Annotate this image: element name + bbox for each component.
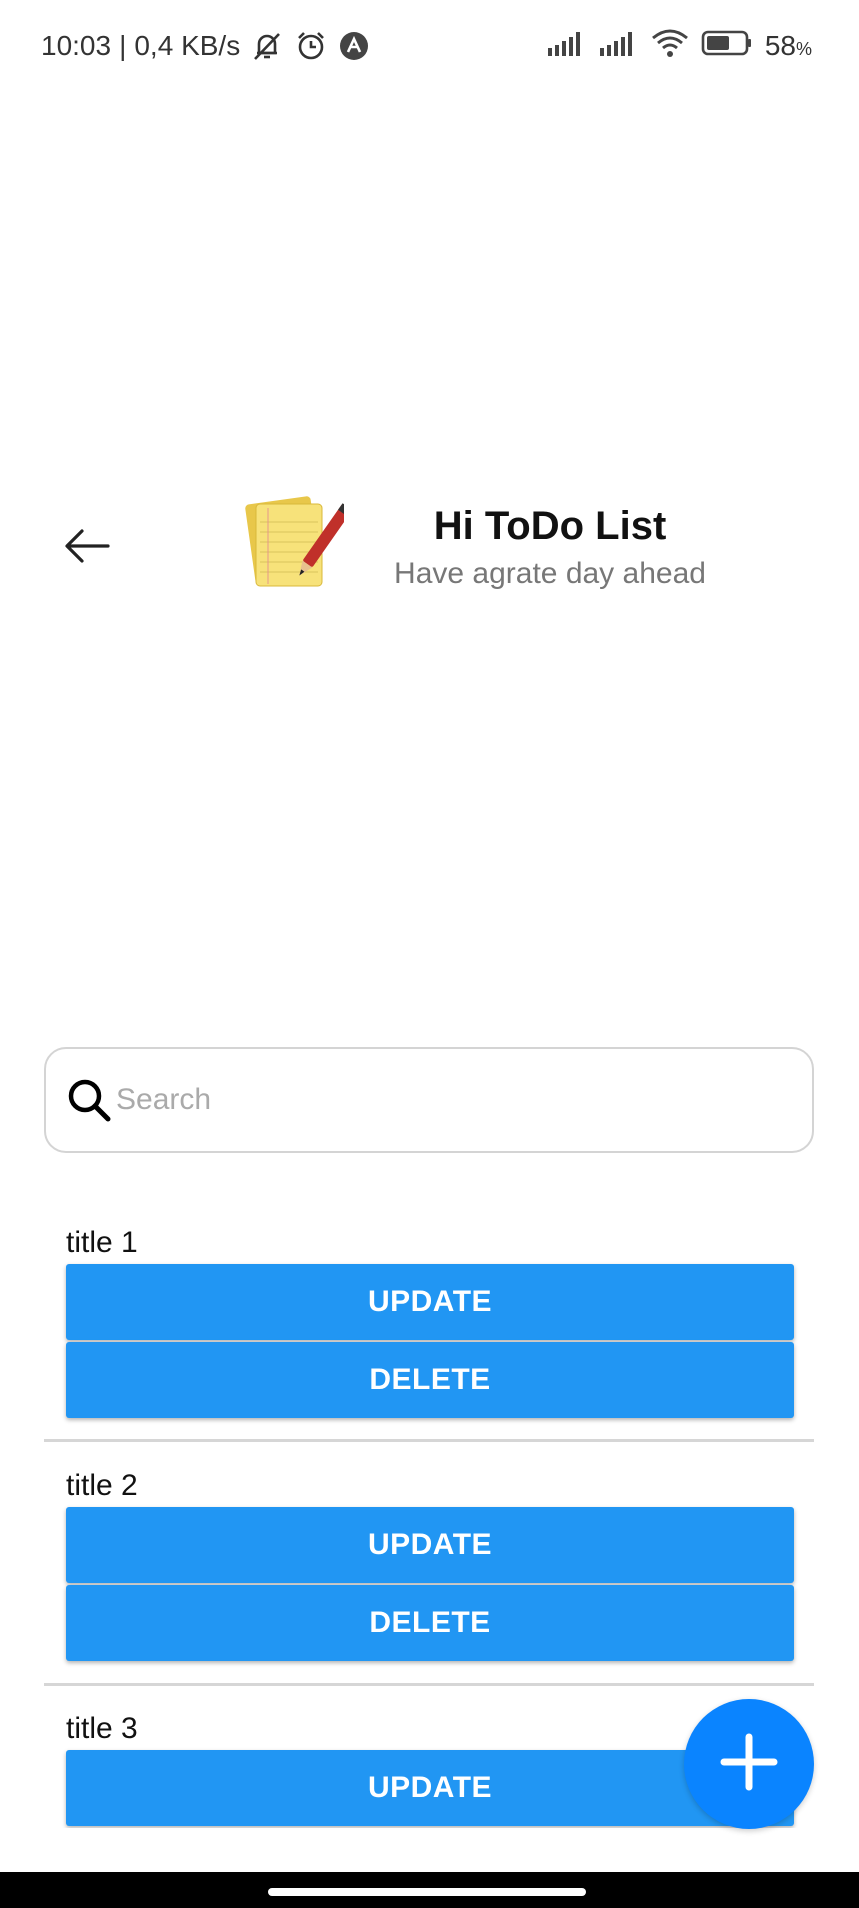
signal-icon xyxy=(547,30,587,63)
navigation-bar xyxy=(0,1872,859,1908)
todo-title: title 2 xyxy=(66,1469,138,1502)
todo-title: title 1 xyxy=(66,1226,138,1259)
arrow-left-icon xyxy=(62,526,112,571)
app-notification-icon xyxy=(338,30,370,62)
search-bar[interactable] xyxy=(44,1047,814,1153)
search-input[interactable] xyxy=(114,1082,778,1118)
page-subtitle: Have agrate day ahead xyxy=(394,557,706,590)
status-time: 10:03 xyxy=(41,30,112,61)
header-text: Hi ToDo List Have agrate day ahead xyxy=(380,498,720,594)
battery-percent-unit: % xyxy=(795,39,812,59)
battery-percent: 58% xyxy=(765,30,812,62)
battery-percent-value: 58 xyxy=(764,30,796,61)
wifi-icon xyxy=(651,28,689,65)
back-button[interactable] xyxy=(58,520,116,576)
alarm-icon xyxy=(294,29,328,63)
screen: 10:03 | 0,4 KB/s 58% Hi ToDo List Have a… xyxy=(0,0,859,1908)
status-bar: 10:03 | 0,4 KB/s 58% xyxy=(0,0,859,92)
status-separator: | xyxy=(119,30,127,61)
delete-button[interactable]: DELETE xyxy=(66,1585,794,1661)
todo-item: title 1 UPDATE DELETE xyxy=(44,1222,814,1442)
search-icon xyxy=(66,1077,112,1123)
update-button[interactable]: UPDATE xyxy=(66,1264,794,1340)
update-button[interactable]: UPDATE xyxy=(66,1507,794,1583)
add-todo-button[interactable] xyxy=(684,1699,814,1829)
divider xyxy=(44,1439,814,1442)
todo-item: title 2 UPDATE DELETE xyxy=(44,1465,814,1686)
divider xyxy=(44,1683,814,1686)
network-speed: 0,4 KB/s xyxy=(134,30,241,61)
status-left: 10:03 | 0,4 KB/s xyxy=(41,26,370,66)
plus-icon xyxy=(719,1732,779,1797)
todo-title: title 3 xyxy=(66,1712,138,1745)
home-indicator[interactable] xyxy=(268,1888,586,1896)
page-title: Hi ToDo List xyxy=(433,504,667,548)
notepad-pencil-icon xyxy=(242,490,353,598)
mute-icon xyxy=(250,29,284,63)
battery-icon xyxy=(701,29,753,64)
status-right: 58% xyxy=(547,26,812,66)
signal-icon xyxy=(599,30,639,63)
delete-button[interactable]: DELETE xyxy=(66,1342,794,1418)
